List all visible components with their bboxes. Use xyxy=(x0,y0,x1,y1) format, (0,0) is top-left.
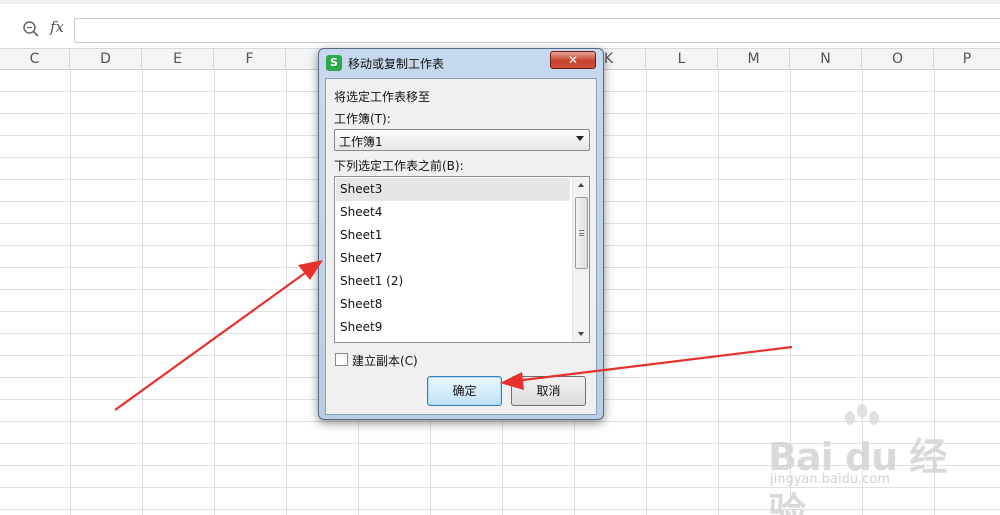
sheet-list-item[interactable]: Sheet4 xyxy=(336,201,570,224)
before-sheet-label: 下列选定工作表之前(B): xyxy=(334,159,464,173)
watermark-logo-text: Bai du 经验 xyxy=(768,435,947,515)
sheet-list-item[interactable]: Sheet7 xyxy=(336,247,570,270)
sheet-list-item-selected[interactable]: Sheet3 xyxy=(336,178,570,201)
formula-input[interactable] xyxy=(74,18,1000,43)
sheet-list-item[interactable]: Sheet1 (2) xyxy=(336,270,570,293)
create-copy-checkbox[interactable] xyxy=(335,353,348,366)
fx-label[interactable]: fx xyxy=(50,18,64,36)
close-icon: ✕ xyxy=(567,53,579,67)
dialog-title: 移动或复制工作表 xyxy=(348,57,445,71)
column-header-m[interactable]: M xyxy=(718,49,790,70)
dialog-titlebar[interactable]: S 移动或复制工作表 ✕ xyxy=(319,49,603,77)
watermark-url: jingyan.baidu.com xyxy=(770,472,890,487)
ok-button[interactable]: 确定 xyxy=(427,376,502,406)
column-header-p[interactable]: P xyxy=(934,49,1000,70)
zoom-icon[interactable] xyxy=(22,20,40,38)
grip-icon xyxy=(579,230,584,236)
formula-bar: fx xyxy=(0,0,1000,48)
baidu-jingyan-watermark: Bai du 经验 jingyan.baidu.com xyxy=(768,404,978,515)
cancel-button[interactable]: 取消 xyxy=(511,376,586,406)
column-header-f[interactable]: F xyxy=(214,49,286,70)
wps-sheet-app-icon: S xyxy=(326,55,342,71)
workbook-select[interactable]: 工作簿1 xyxy=(334,129,590,151)
sheet-list-item[interactable]: Sheet8 xyxy=(336,293,570,316)
column-header-n[interactable]: N xyxy=(790,49,862,70)
sheet-listbox[interactable]: Sheet3 Sheet4 Sheet1 Sheet7 Sheet1 (2) S… xyxy=(334,176,590,343)
list-scrollbar[interactable] xyxy=(572,177,589,342)
sheet-list-item[interactable]: Sheet9 xyxy=(336,316,570,339)
scroll-up-icon[interactable] xyxy=(578,183,584,187)
create-copy-label[interactable]: 建立副本(C) xyxy=(352,352,418,369)
workbook-select-value: 工作簿1 xyxy=(339,135,383,149)
workbook-label: 工作簿(T): xyxy=(334,112,391,126)
sheet-list-item[interactable]: Sheet1 xyxy=(336,224,570,247)
move-copy-sheet-dialog: S 移动或复制工作表 ✕ 将选定工作表移至 工作簿(T): 工作簿1 下列选定工… xyxy=(318,48,604,420)
scroll-thumb[interactable] xyxy=(575,197,588,269)
chevron-down-icon xyxy=(576,136,584,141)
dialog-body: 将选定工作表移至 工作簿(T): 工作簿1 下列选定工作表之前(B): Shee… xyxy=(325,78,597,415)
close-button[interactable]: ✕ xyxy=(550,51,596,69)
scroll-down-icon[interactable] xyxy=(578,332,584,336)
column-header-o[interactable]: O xyxy=(862,49,934,70)
column-header-e[interactable]: E xyxy=(142,49,214,70)
move-to-label: 将选定工作表移至 xyxy=(334,90,431,104)
column-header-d[interactable]: D xyxy=(70,49,142,70)
column-header-c[interactable]: C xyxy=(0,49,70,70)
column-header-l[interactable]: L xyxy=(646,49,718,70)
